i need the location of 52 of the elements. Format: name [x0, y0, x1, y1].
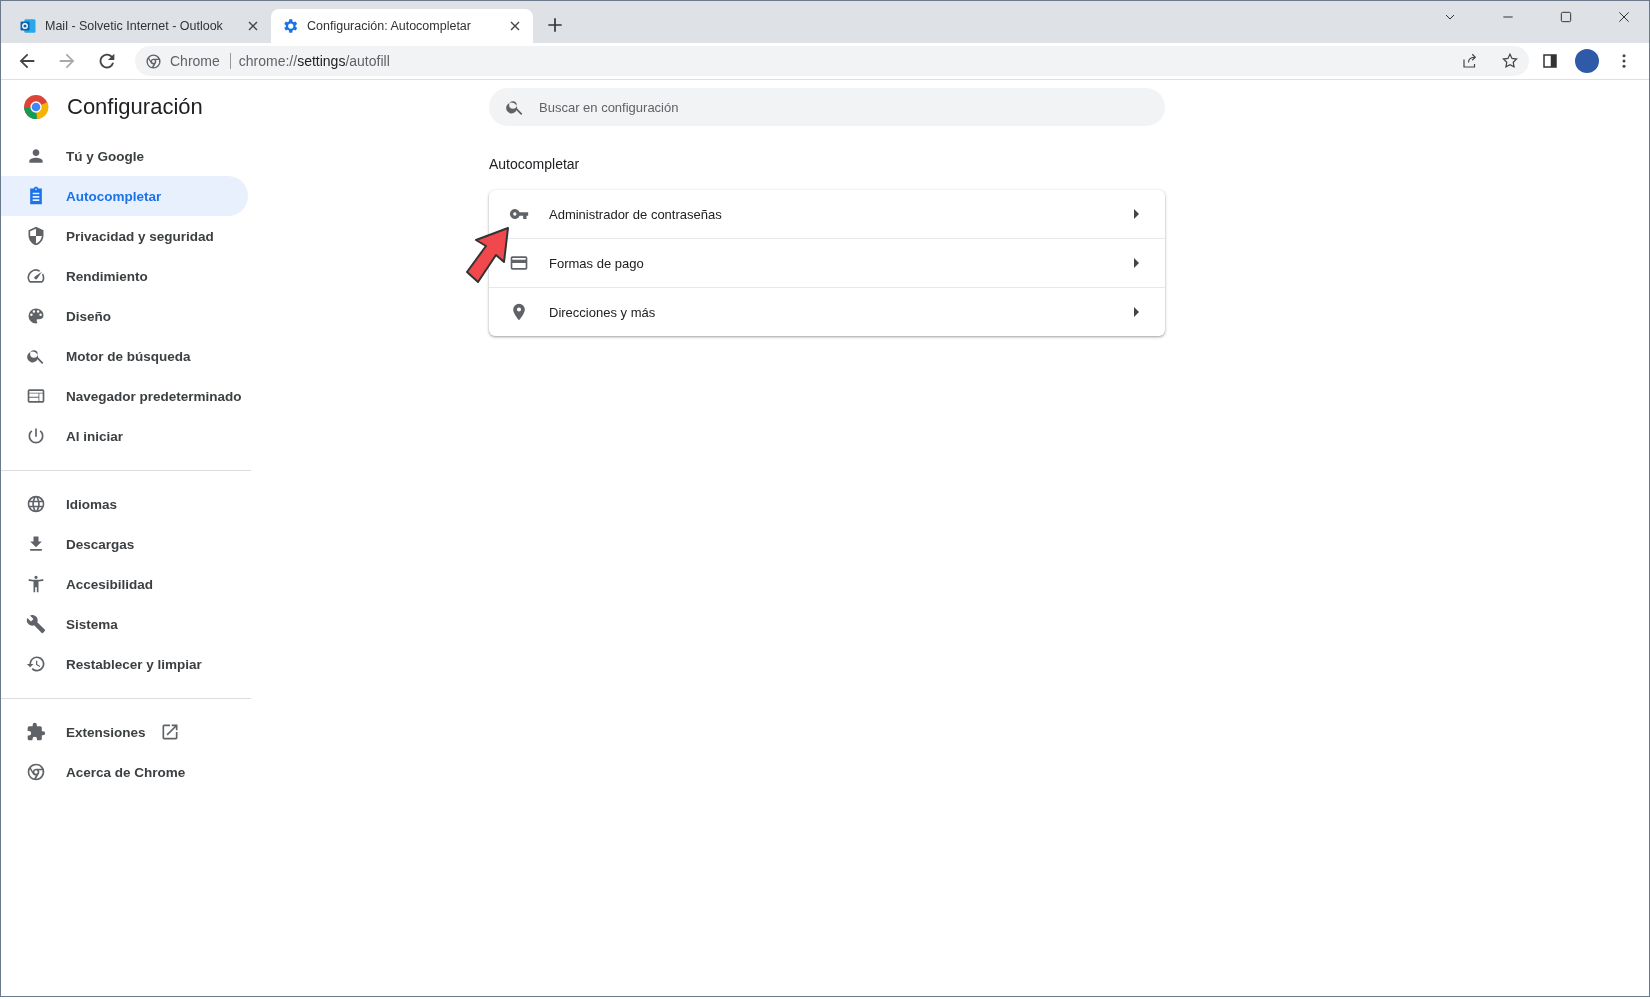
address-bar[interactable]: Chrome chrome://settings/autofill [135, 46, 1529, 76]
shield-icon [26, 226, 46, 246]
sidebar-item[interactable]: Diseño [1, 296, 248, 336]
palette-icon [26, 306, 46, 326]
sidebar-item[interactable]: Accesibilidad [1, 564, 248, 604]
sidebar-item[interactable]: Rendimiento [1, 256, 248, 296]
sidebar-item[interactable]: Acerca de Chrome [1, 752, 248, 792]
puzzle-icon [26, 722, 46, 742]
tab-title: Mail - Solvetic Internet - Outlook [45, 19, 224, 33]
browser-window-icon [26, 386, 46, 406]
sidebar-item[interactable]: Al iniciar [1, 416, 248, 456]
sidebar-item[interactable]: Privacidad y seguridad [1, 216, 248, 256]
sidebar-item[interactable]: Navegador predeterminado [1, 376, 248, 416]
chrome-icon [145, 52, 162, 70]
power-icon [26, 426, 46, 446]
caret-right-icon [1134, 258, 1139, 268]
sidebar-item[interactable]: Sistema [1, 604, 248, 644]
sidebar-item[interactable]: Motor de búsqueda [1, 336, 248, 376]
settings-row[interactable]: Administrador de contraseñas [489, 190, 1165, 238]
plus-icon[interactable] [545, 15, 565, 35]
profile-avatar[interactable] [1575, 49, 1599, 73]
star-icon[interactable] [1501, 52, 1519, 70]
chrome-icon [26, 762, 46, 782]
browser-tab[interactable]: Configuración: Autocompletar [271, 9, 533, 43]
caret-right-icon [1134, 307, 1139, 317]
sidebar-item[interactable]: Tú y Google [1, 136, 248, 176]
sidebar-item[interactable]: Restablecer y limpiar [1, 644, 248, 684]
browser-tab[interactable]: Mail - Solvetic Internet - Outlook [9, 9, 271, 43]
maximize-icon[interactable] [1558, 9, 1574, 25]
credit-card-icon [509, 253, 529, 273]
sidebar-item[interactable]: Autocompletar [1, 176, 248, 216]
share-icon[interactable] [1461, 52, 1479, 70]
tab-title: Configuración: Autocompletar [307, 19, 472, 33]
history-icon [26, 654, 46, 674]
chrome-logo-icon [23, 94, 49, 120]
url-text: chrome://settings/autofill [238, 53, 390, 69]
mail-app-icon [19, 17, 37, 35]
sidebar-item[interactable]: Extensiones [1, 712, 248, 752]
sidebar-item[interactable]: Descargas [1, 524, 248, 564]
wrench-icon [26, 614, 46, 634]
caret-right-icon [1134, 209, 1139, 219]
site-label: Chrome [170, 53, 231, 69]
accessibility-icon [26, 574, 46, 594]
side-panel-icon[interactable] [1541, 52, 1559, 70]
sidebar-item[interactable]: Idiomas [1, 484, 248, 524]
settings-title: Configuración [67, 94, 203, 120]
globe-icon [26, 494, 46, 514]
section-heading: Autocompletar [489, 156, 581, 172]
gauge-icon [26, 266, 46, 286]
close-icon[interactable] [1616, 9, 1632, 25]
search-field[interactable]: Buscar en configuración [489, 88, 1165, 126]
settings-row[interactable]: Direcciones y más [489, 287, 1165, 336]
